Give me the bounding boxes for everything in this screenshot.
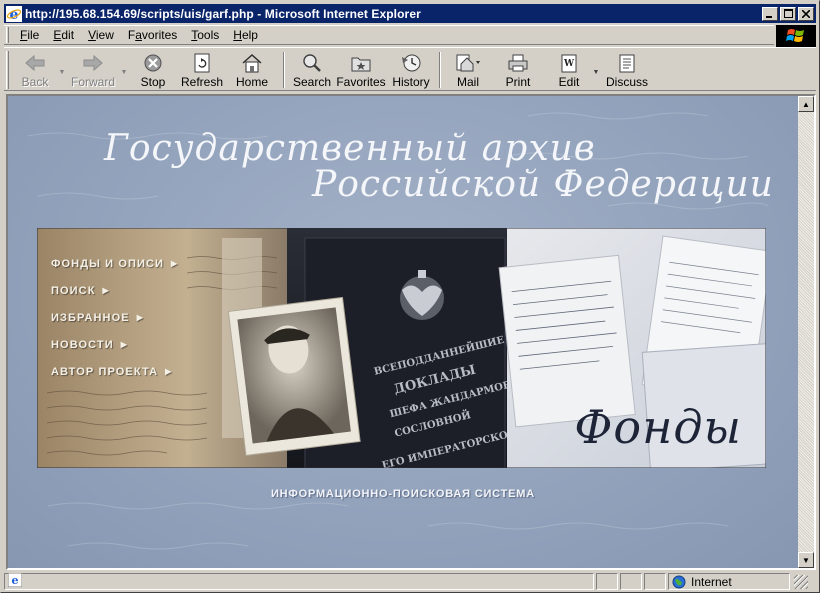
heading-line-2: Российской Федерации (311, 164, 774, 205)
toolbar-grip[interactable] (6, 51, 9, 89)
arrow-right-icon: ▶ (102, 286, 110, 295)
globe-icon (672, 575, 686, 589)
stop-button[interactable]: Stop (129, 48, 177, 90)
menu-edit[interactable]: Edit (46, 28, 81, 42)
chevron-down-icon: ▼ (120, 68, 128, 76)
nav-fonds-and-inventories[interactable]: ФОНДЫ И ОПИСИ ▶ (51, 250, 178, 277)
svg-text:e: e (12, 574, 19, 587)
favorites-folder-icon (350, 52, 372, 74)
web-page[interactable]: Государственный архив Российской Федерац… (8, 96, 798, 568)
minimize-button[interactable] (762, 6, 778, 21)
home-icon (241, 52, 263, 74)
chevron-down-icon: ▼ (58, 68, 66, 76)
menubar-grip[interactable] (6, 27, 9, 43)
page-ie-icon: e (7, 572, 23, 590)
arrow-up-icon: ▲ (802, 99, 810, 109)
standard-toolbar: Back ▼ Forward ▼ Stop Refresh Home Searc… (4, 47, 816, 91)
section-title-fonds: Фонды (574, 400, 742, 454)
mail-button[interactable]: Mail (447, 48, 489, 90)
discuss-icon (617, 52, 637, 74)
ie-logo-icon: e (6, 5, 22, 22)
windows-logo-icon (776, 25, 816, 47)
status-panel-progress (596, 573, 618, 590)
close-icon (802, 9, 810, 18)
menu-tools[interactable]: Tools (184, 28, 226, 42)
window-title: http://195.68.154.69/scripts/uis/garf.ph… (25, 6, 421, 21)
status-message-panel: e (4, 572, 594, 590)
favorites-button[interactable]: Favorites (333, 48, 389, 90)
search-icon (301, 52, 323, 74)
edit-dropdown[interactable]: ▼ (591, 48, 601, 90)
edit-word-icon: W (559, 52, 579, 74)
minimize-icon (766, 15, 772, 18)
archive-heading: Государственный архив Российской Федерац… (103, 128, 774, 205)
title-bar[interactable]: e http://195.68.154.69/scripts/uis/garf.… (4, 4, 816, 23)
arrow-right-icon: ▶ (120, 340, 128, 349)
security-zone-label: Internet (691, 574, 732, 589)
maximize-icon (783, 9, 793, 18)
stop-icon (143, 52, 163, 74)
heading-line-1: Государственный архив (103, 128, 596, 169)
print-button[interactable]: Print (489, 48, 547, 90)
nav-project-author[interactable]: АВТОР ПРОЕКТА ▶ (51, 358, 178, 385)
refresh-icon (193, 52, 211, 74)
arrow-right-icon: ▶ (165, 367, 173, 376)
status-bar: e Internet (4, 572, 816, 591)
forward-button[interactable]: Forward (67, 48, 119, 90)
back-dropdown[interactable]: ▼ (57, 48, 67, 90)
refresh-button[interactable]: Refresh (177, 48, 227, 90)
menu-help[interactable]: Help (226, 28, 265, 42)
history-icon (400, 52, 422, 74)
nav-search[interactable]: ПОИСК ▶ (51, 277, 178, 304)
edit-button[interactable]: W Edit (547, 48, 591, 90)
svg-text:W: W (563, 59, 575, 69)
vertical-scrollbar[interactable]: ▲ ▼ (798, 96, 814, 568)
archive-banner: ВСЕПОДДАННЕЙШИЕ ДОКЛАДЫ ШЕФА ЖАНДАРМОВ С… (37, 228, 766, 468)
svg-text:e: e (10, 7, 19, 22)
close-button[interactable] (798, 6, 814, 21)
forward-arrow-icon (82, 52, 104, 74)
search-button[interactable]: Search (291, 48, 333, 90)
toolbar-separator (439, 52, 441, 88)
browser-window: e http://195.68.154.69/scripts/uis/garf.… (0, 0, 820, 593)
home-button[interactable]: Home (227, 48, 277, 90)
back-arrow-icon (24, 52, 46, 74)
forward-dropdown[interactable]: ▼ (119, 48, 129, 90)
printer-icon (507, 52, 529, 74)
maximize-button[interactable] (780, 6, 796, 21)
chevron-down-icon: ▼ (592, 68, 600, 76)
menu-bar: File Edit View Favorites Tools Help (4, 25, 774, 45)
arrow-right-icon: ▶ (136, 313, 144, 322)
menu-favorites[interactable]: Favorites (121, 28, 184, 42)
menu-file[interactable]: File (13, 28, 46, 42)
main-navigation: ФОНДЫ И ОПИСИ ▶ ПОИСК ▶ ИЗБРАННОЕ ▶ НОВОСТИ… (51, 250, 178, 385)
back-button[interactable]: Back (13, 48, 57, 90)
status-panel-secure (620, 573, 642, 590)
history-button[interactable]: History (389, 48, 433, 90)
discuss-button[interactable]: Discuss (601, 48, 653, 90)
nav-selected[interactable]: ИЗБРАННОЕ ▶ (51, 304, 178, 331)
arrow-right-icon: ▶ (171, 259, 179, 268)
scroll-up-button[interactable]: ▲ (798, 96, 814, 112)
system-subtitle: ИНФОРМАЦИОННО-ПОИСКОВАЯ СИСТЕМА (270, 488, 536, 500)
resize-grip[interactable] (794, 574, 808, 589)
scroll-down-button[interactable]: ▼ (798, 552, 814, 568)
status-panel-blank (644, 573, 666, 590)
menu-view[interactable]: View (81, 28, 121, 42)
toolbar-separator (283, 52, 285, 88)
security-zone-panel[interactable]: Internet (668, 573, 790, 590)
nav-news[interactable]: НОВОСТИ ▶ (51, 331, 178, 358)
content-frame: Государственный архив Российской Федерац… (6, 94, 816, 570)
mail-icon (455, 52, 481, 74)
arrow-down-icon: ▼ (802, 555, 810, 565)
